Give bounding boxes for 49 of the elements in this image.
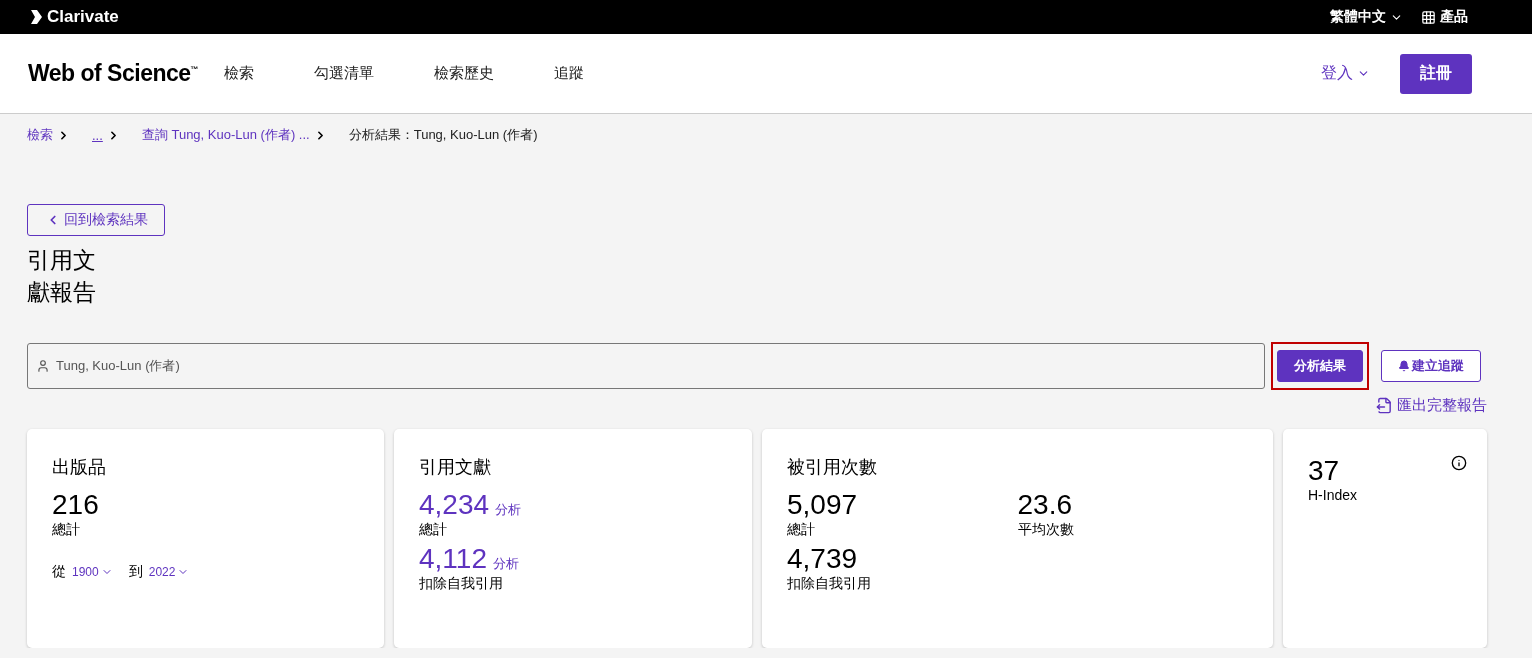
year-dropdown[interactable]: 1900 bbox=[72, 565, 113, 579]
card-title: 被引用次數 bbox=[787, 456, 878, 479]
metric-label: 總計 bbox=[419, 521, 448, 539]
metric-value[interactable]: 4,112 bbox=[419, 543, 487, 574]
metric-label: 平均次數 bbox=[1017, 521, 1075, 539]
nav-link[interactable]: 檢索歷史 bbox=[434, 64, 495, 83]
file-export-icon bbox=[1376, 397, 1393, 414]
analyze-button[interactable]: 分析結果 bbox=[1277, 350, 1363, 382]
metric-label: 總計 bbox=[787, 521, 816, 539]
site-logo[interactable]: Web of Science$^{™}$ bbox=[28, 60, 199, 87]
metric-value: 4,739 bbox=[787, 543, 858, 574]
analyze-link[interactable]: 分析 bbox=[493, 556, 519, 571]
analyze-link[interactable]: 分析 bbox=[495, 502, 522, 517]
export-link[interactable]: 匯出完整報告 bbox=[1376, 396, 1487, 415]
info-icon[interactable] bbox=[1451, 455, 1467, 471]
year-dropdown[interactable]: 2022 bbox=[148, 565, 190, 579]
nav-link[interactable]: 勾選清單 bbox=[314, 64, 375, 83]
breadcrumb-link[interactable]: 查詢 Tung, Kuo-Lun (作者) ... bbox=[141, 126, 310, 144]
metric-label: 總計 bbox=[52, 521, 81, 539]
bell-icon bbox=[1398, 360, 1410, 372]
metric-value: 5,097 bbox=[787, 489, 858, 520]
metric-value: 216 bbox=[52, 489, 99, 520]
breadcrumb-link[interactable]: ... bbox=[92, 127, 103, 143]
brand-logo[interactable]: Clarivate bbox=[28, 7, 119, 27]
products-menu[interactable]: 產品 bbox=[1421, 8, 1468, 26]
nav-link[interactable]: 檢索 bbox=[224, 64, 255, 83]
page-title: 引用文 獻報告 bbox=[27, 246, 97, 307]
card-title: 出版品 bbox=[52, 456, 107, 479]
back-button[interactable]: 回到檢索結果 bbox=[27, 204, 165, 236]
create-alert-button[interactable]: 建立追蹤 bbox=[1381, 350, 1481, 382]
metric-value[interactable]: 4,234 bbox=[419, 489, 490, 520]
from-label: 從 bbox=[52, 563, 66, 581]
metric-value: 23.6 bbox=[1017, 489, 1072, 520]
breadcrumb-current: 分析結果：Tung, Kuo-Lun (作者) bbox=[348, 126, 538, 144]
language-menu[interactable]: 繁體中文 bbox=[1330, 8, 1403, 26]
card-title: 引用文獻 bbox=[419, 456, 492, 479]
query-field[interactable]: Tung, Kuo-Lun (作者) bbox=[27, 343, 1265, 389]
nav-link[interactable]: 追蹤 bbox=[554, 64, 585, 83]
metric-label: H-Index bbox=[1308, 487, 1359, 503]
sign-in-menu[interactable]: 登入 bbox=[1321, 63, 1370, 84]
breadcrumb-link[interactable]: 檢索 bbox=[27, 126, 53, 144]
grid-icon bbox=[1421, 9, 1436, 25]
metric-label: 扣除自我引用 bbox=[787, 575, 872, 593]
person-icon bbox=[36, 359, 50, 373]
metric-label: 扣除自我引用 bbox=[419, 575, 504, 593]
brand-mark-icon bbox=[28, 9, 44, 25]
to-label: 到 bbox=[128, 563, 143, 581]
register-button[interactable]: 註冊 bbox=[1400, 53, 1472, 94]
metric-value: 37 bbox=[1308, 455, 1340, 486]
